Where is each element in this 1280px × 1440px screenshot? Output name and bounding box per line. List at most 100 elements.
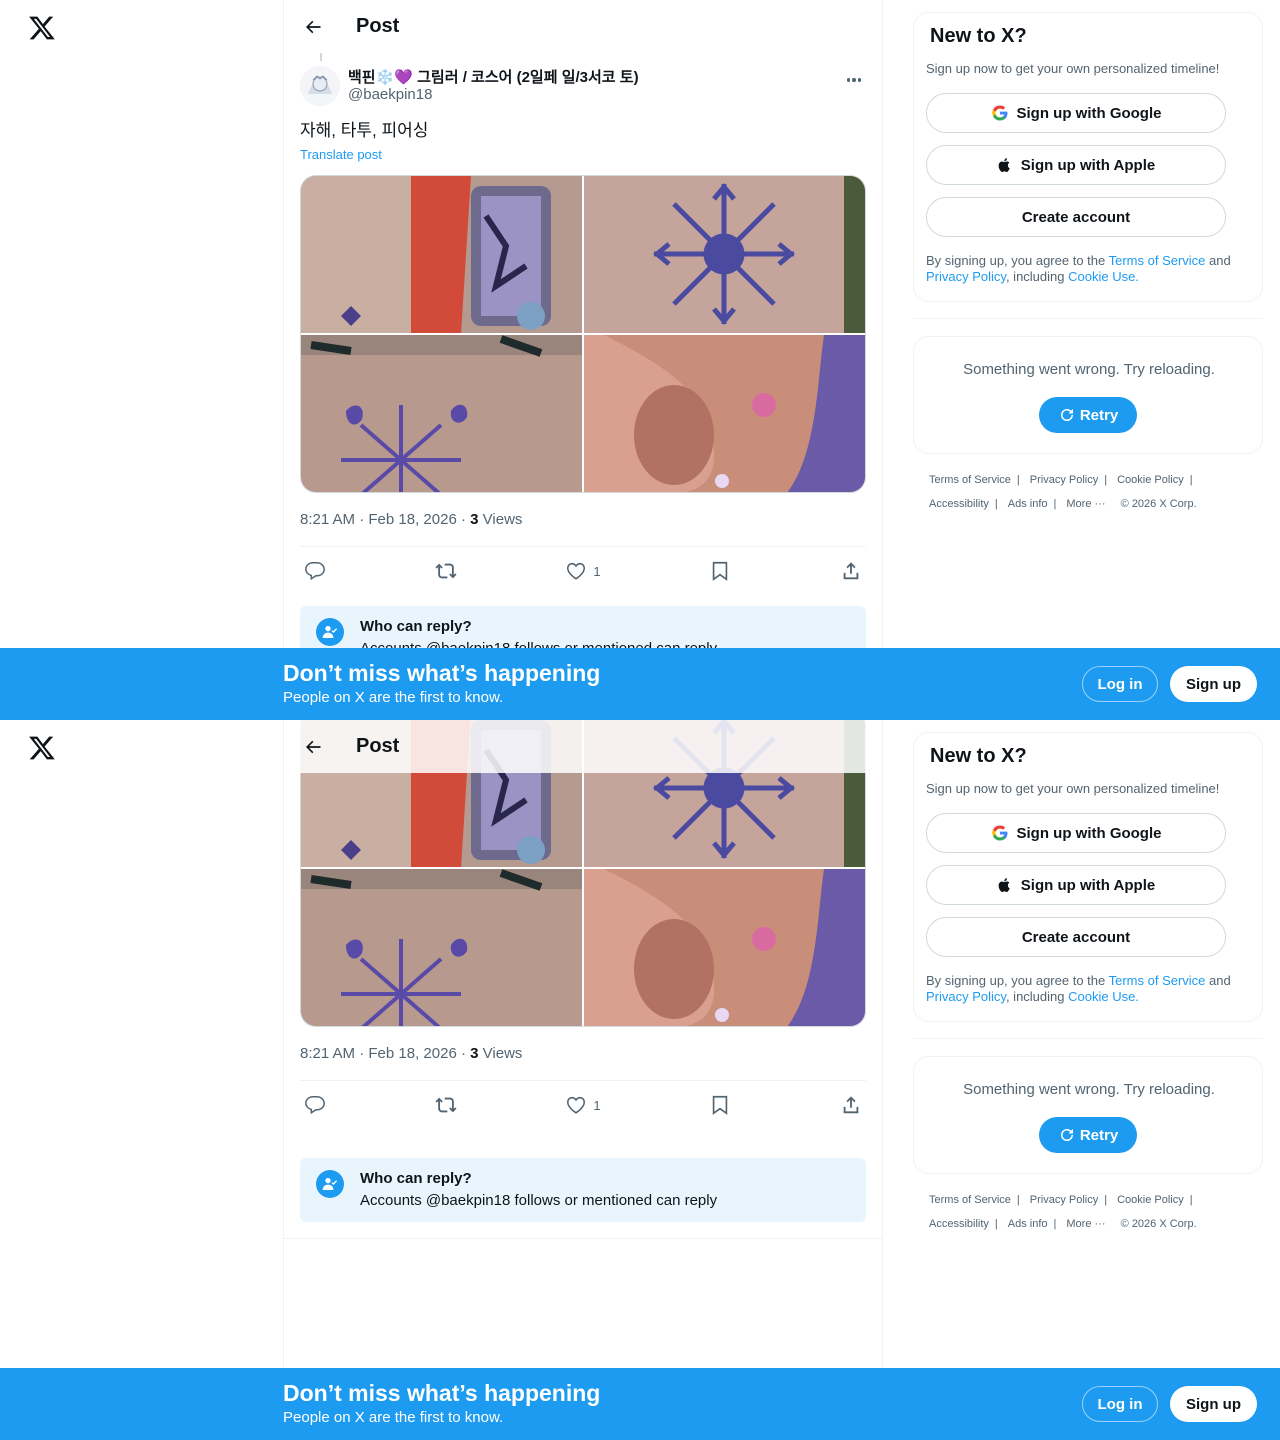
bookmark-button[interactable] xyxy=(709,1094,731,1116)
bookmark-icon xyxy=(713,561,728,581)
privacy-link[interactable]: Privacy Policy xyxy=(926,989,1006,1004)
repost-icon xyxy=(435,1097,457,1113)
login-button[interactable]: Log in xyxy=(1082,666,1158,702)
back-button[interactable] xyxy=(296,730,330,764)
post-date[interactable]: Feb 18, 2026 xyxy=(368,511,456,528)
media-photo-1[interactable] xyxy=(301,176,582,333)
post-date[interactable]: Feb 18, 2026 xyxy=(368,1045,456,1062)
media-photo-2[interactable] xyxy=(584,176,865,333)
signup-subtitle: Sign up now to get your own personalized… xyxy=(926,781,1220,796)
footer-links: Terms of Service | Privacy Policy | Cookie P… xyxy=(929,1194,1197,1230)
share-button[interactable] xyxy=(840,560,862,582)
terms-text: and xyxy=(1205,973,1231,988)
who-can-reply-title: Who can reply? xyxy=(360,618,472,635)
bookmark-icon xyxy=(713,1095,728,1115)
reply-icon xyxy=(305,1096,325,1115)
media-photo-3[interactable] xyxy=(301,335,582,492)
like-count: 1 xyxy=(593,1097,601,1113)
share-button[interactable] xyxy=(840,1094,862,1116)
google-signup-button[interactable]: Sign up with Google xyxy=(926,813,1226,853)
footer-cookie[interactable]: Cookie Policy xyxy=(1117,1194,1184,1206)
media-photo-4[interactable] xyxy=(584,869,865,1026)
footer-accessibility[interactable]: Accessibility xyxy=(929,498,989,510)
footer-privacy[interactable]: Privacy Policy xyxy=(1030,1194,1098,1206)
footer-privacy[interactable]: Privacy Policy xyxy=(1030,474,1098,486)
author-name[interactable]: 백핀❄️💜 그림러 / 코스어 (2일페 일/3서코 토) xyxy=(348,66,639,87)
author-handle[interactable]: @baekpin18 xyxy=(348,86,432,103)
like-button[interactable]: 1 xyxy=(565,560,601,582)
terms-link[interactable]: Terms of Service xyxy=(1109,973,1206,988)
repost-button[interactable] xyxy=(435,1094,457,1116)
error-message: Something went wrong. Try reloading. xyxy=(963,1081,1215,1098)
footer-more[interactable]: More ··· xyxy=(1066,498,1105,510)
signup-card: New to X? Sign up now to get your own pe… xyxy=(913,12,1263,302)
post-time[interactable]: 8:21 AM xyxy=(300,1045,355,1062)
cookie-link[interactable]: Cookie Use. xyxy=(1068,989,1139,1004)
footer-cookie[interactable]: Cookie Policy xyxy=(1117,474,1184,486)
signup-subtitle: Sign up now to get your own personalized… xyxy=(926,61,1220,76)
who-can-reply-title: Who can reply? xyxy=(360,1170,472,1187)
media-photo-4[interactable] xyxy=(584,335,865,492)
terms-text: By signing up, you agree to the xyxy=(926,973,1109,988)
primary-column: Post 백핀❄️💜 그림러 / 코스어 (2일페 일/3서코 토) @baek… xyxy=(283,0,883,720)
like-count: 1 xyxy=(593,563,601,579)
back-arrow-icon xyxy=(306,20,321,33)
viewport-top: Post 백핀❄️💜 그림러 / 코스어 (2일페 일/3서코 토) @baek… xyxy=(0,0,1280,720)
footer-terms[interactable]: Terms of Service xyxy=(929,474,1011,486)
retry-button[interactable]: Retry xyxy=(1039,397,1137,433)
apple-signup-button[interactable]: Sign up with Apple xyxy=(926,865,1226,905)
signup-button[interactable]: Sign up xyxy=(1170,1386,1257,1422)
login-button[interactable]: Log in xyxy=(1082,1386,1158,1422)
share-icon xyxy=(843,1096,859,1114)
banner-subtitle: People on X are the first to know. xyxy=(283,1409,504,1426)
terms-text: , including xyxy=(1005,269,1069,284)
back-button[interactable] xyxy=(296,10,330,44)
post-header: Post xyxy=(284,720,882,773)
views-count: 3 xyxy=(470,511,479,528)
footer-terms[interactable]: Terms of Service xyxy=(929,1194,1011,1206)
cookie-link[interactable]: Cookie Use. xyxy=(1068,269,1139,284)
reply-button[interactable] xyxy=(304,1094,326,1116)
thread-line xyxy=(320,53,322,61)
x-logo-icon[interactable] xyxy=(28,14,56,42)
terms-text: , including xyxy=(1005,989,1069,1004)
like-button[interactable]: 1 xyxy=(565,1094,601,1116)
footer-accessibility[interactable]: Accessibility xyxy=(929,1218,989,1230)
footer-ads[interactable]: Ads info xyxy=(1008,1218,1048,1230)
post-text: 자해, 타투, 피어싱 xyxy=(300,121,429,140)
user-check-icon xyxy=(316,1170,344,1198)
terms-link[interactable]: Terms of Service xyxy=(1109,253,1206,268)
footer-more[interactable]: More ··· xyxy=(1066,1218,1105,1230)
more-icon[interactable] xyxy=(844,70,864,90)
post-header: Post xyxy=(284,0,882,53)
terms-text: By signing up, you agree to the xyxy=(926,253,1109,268)
apple-signup-label: Sign up with Apple xyxy=(1020,876,1156,894)
banner-title: Don’t miss what’s happening xyxy=(283,1380,601,1406)
avatar[interactable] xyxy=(300,66,340,106)
google-signup-button[interactable]: Sign up with Google xyxy=(926,93,1226,133)
post-time[interactable]: 8:21 AM xyxy=(300,511,355,528)
user-check-icon xyxy=(316,618,344,646)
bookmark-button[interactable] xyxy=(709,560,731,582)
google-signup-label: Sign up with Google xyxy=(1016,104,1162,122)
footer-ads[interactable]: Ads info xyxy=(1008,498,1048,510)
repost-button[interactable] xyxy=(435,560,457,582)
post-meta: 8:21 AM · Feb 18, 2026 · 3 Views xyxy=(300,511,523,528)
retry-button[interactable]: Retry xyxy=(1039,1117,1137,1153)
page-title: Post xyxy=(356,15,400,37)
x-logo-icon[interactable] xyxy=(28,734,56,762)
create-account-button[interactable]: Create account xyxy=(926,197,1226,237)
error-card: Something went wrong. Try reloading. Ret… xyxy=(913,1056,1263,1174)
privacy-link[interactable]: Privacy Policy xyxy=(926,269,1006,284)
terms-text: and xyxy=(1205,253,1231,268)
post-meta: 8:21 AM · Feb 18, 2026 · 3 Views xyxy=(300,1045,523,1062)
reply-button[interactable] xyxy=(304,560,326,582)
media-photo-3[interactable] xyxy=(301,869,582,1026)
create-account-label: Create account xyxy=(1021,928,1131,946)
signup-button[interactable]: Sign up xyxy=(1170,666,1257,702)
translate-link[interactable]: Translate post xyxy=(300,147,382,162)
create-account-button[interactable]: Create account xyxy=(926,917,1226,957)
apple-signup-button[interactable]: Sign up with Apple xyxy=(926,145,1226,185)
create-account-label: Create account xyxy=(1021,208,1131,226)
signup-title: New to X? xyxy=(930,745,1027,767)
